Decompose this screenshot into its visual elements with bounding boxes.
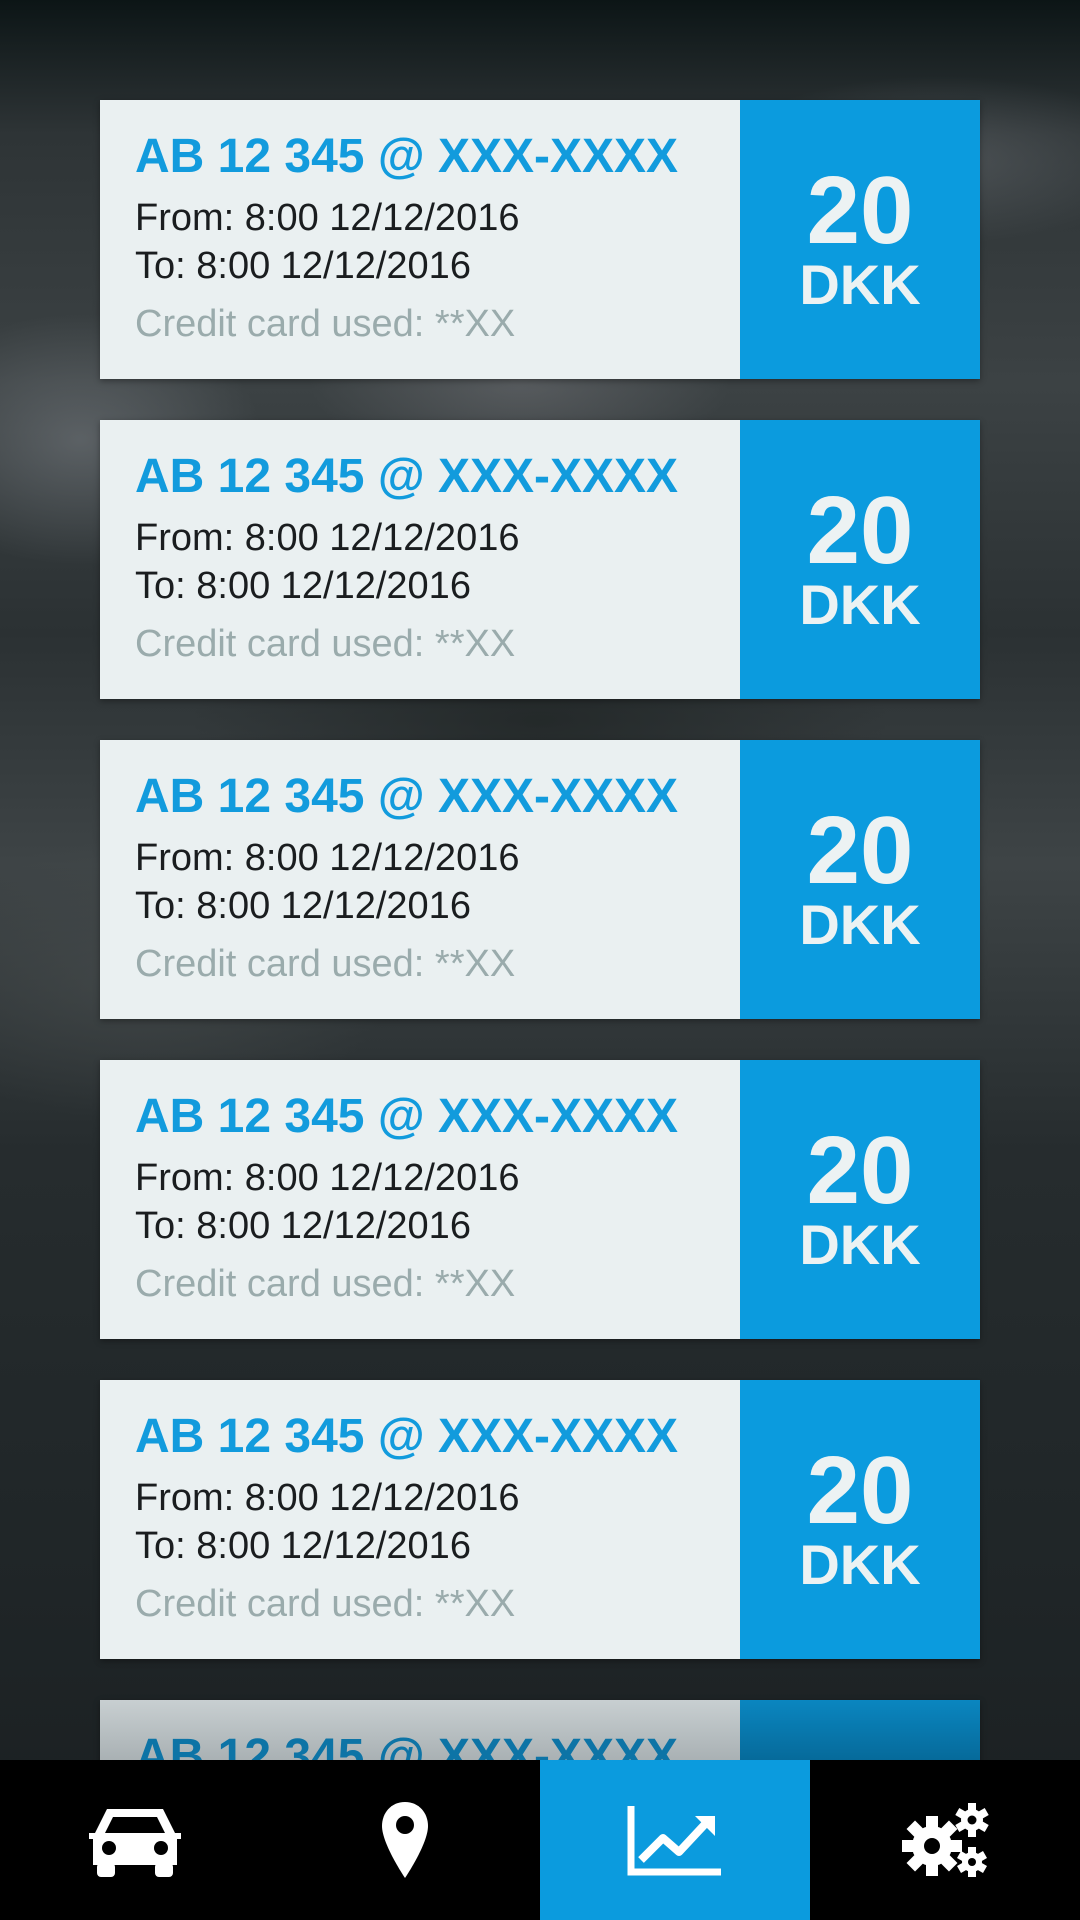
bottom-navigation	[0, 1760, 1080, 1920]
ticket-from: From: 8:00 12/12/2016	[135, 1477, 520, 1519]
price-currency: DKK	[799, 1532, 921, 1596]
ticket-credit-card: Credit card used: **XX	[135, 1583, 516, 1625]
ticket-price: 20 DKK	[740, 420, 980, 699]
chart-line-icon	[627, 1806, 721, 1876]
ticket-to: To: 8:00 12/12/2016	[135, 565, 471, 607]
ticket-info: AB 12 345 @ XXX-XXXX From: 8:00 12/12/20…	[100, 100, 740, 379]
ticket-title: AB 12 345 @ XXX-XXXX	[135, 1410, 679, 1463]
ticket-card[interactable]: AB 12 345 @ XXX-XXXX From: 8:00 12/12/20…	[100, 420, 980, 699]
ticket-price: 20 DKK	[740, 1380, 980, 1659]
gears-icon	[902, 1803, 989, 1877]
ticket-price: 20 DKK	[740, 740, 980, 1019]
price-amount: 20	[806, 796, 914, 904]
ticket-card[interactable]: AB 12 345 @ XXX-XXXX From: 8:00 12/12/20…	[100, 1060, 980, 1339]
ticket-credit-card: Credit card used: **XX	[135, 1263, 516, 1305]
ticket-price: 20 DKK	[740, 100, 980, 379]
ticket-info: AB 12 345 @ XXX-XXXX From: 8:00 12/12/20…	[100, 1060, 740, 1339]
price-currency: DKK	[799, 252, 921, 316]
ticket-credit-card: Credit card used: **XX	[135, 623, 516, 665]
ticket-title: AB 12 345 @ XXX-XXXX	[135, 450, 679, 503]
nav-statistics[interactable]	[540, 1760, 810, 1920]
nav-vehicles[interactable]	[0, 1760, 270, 1920]
price-currency: DKK	[799, 572, 921, 636]
ticket-to: To: 8:00 12/12/2016	[135, 1525, 471, 1567]
price-amount: 20	[806, 1116, 914, 1224]
ticket-title: AB 12 345 @ XXX-XXXX	[135, 130, 679, 183]
ticket-to: To: 8:00 12/12/2016	[135, 1205, 471, 1247]
ticket-card[interactable]: AB 12 345 @ XXX-XXXX From: 8:00 12/12/20…	[100, 1380, 980, 1659]
car-icon	[89, 1809, 181, 1877]
ticket-info: AB 12 345 @ XXX-XXXX From: 8:00 12/12/20…	[100, 740, 740, 1019]
ticket-from: From: 8:00 12/12/2016	[135, 1157, 520, 1199]
ticket-info: AB 12 345 @ XXX-XXXX From: 8:00 12/12/20…	[100, 420, 740, 699]
ticket-to: To: 8:00 12/12/2016	[135, 885, 471, 927]
ticket-from: From: 8:00 12/12/2016	[135, 517, 520, 559]
ticket-info: AB 12 345 @ XXX-XXXX From: 8:00 12/12/20…	[100, 1380, 740, 1659]
nav-locations[interactable]	[270, 1760, 540, 1920]
ticket-from: From: 8:00 12/12/2016	[135, 837, 520, 879]
price-amount: 20	[806, 476, 914, 584]
ticket-price: 20 DKK	[740, 1060, 980, 1339]
price-amount: 20	[806, 156, 914, 264]
price-amount: 20	[806, 1436, 914, 1544]
map-pin-icon	[382, 1802, 428, 1878]
ticket-card[interactable]: AB 12 345 @ XXX-XXXX From: 8:00 12/12/20…	[100, 100, 980, 379]
ticket-title: AB 12 345 @ XXX-XXXX	[135, 1090, 679, 1143]
nav-settings[interactable]	[810, 1760, 1080, 1920]
price-currency: DKK	[799, 1212, 921, 1276]
ticket-title: AB 12 345 @ XXX-XXXX	[135, 770, 679, 823]
ticket-card[interactable]: AB 12 345 @ XXX-XXXX From: 8:00 12/12/20…	[100, 740, 980, 1019]
price-currency: DKK	[799, 892, 921, 956]
ticket-from: From: 8:00 12/12/2016	[135, 197, 520, 239]
ticket-credit-card: Credit card used: **XX	[135, 943, 516, 985]
ticket-credit-card: Credit card used: **XX	[135, 303, 516, 345]
ticket-to: To: 8:00 12/12/2016	[135, 245, 471, 287]
